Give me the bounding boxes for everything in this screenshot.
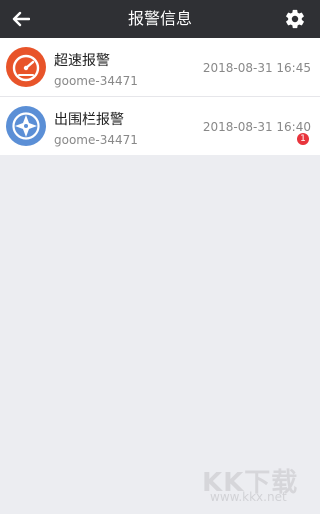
alarm-type: 出围栏报警: [54, 112, 124, 128]
title-bar: 报警信息: [0, 0, 320, 38]
device-name: goome-34471: [54, 133, 138, 147]
alarm-item[interactable]: 超速报警 goome-34471 2018-08-31 16:45: [0, 38, 320, 96]
alarm-type: 超速报警: [54, 53, 110, 69]
alarm-list: 超速报警 goome-34471 2018-08-31 16:45 出围栏报警 …: [0, 38, 320, 155]
speedometer-icon: [6, 47, 46, 87]
alarm-time: 2018-08-31 16:45: [202, 61, 311, 75]
unread-badge: 1: [297, 133, 309, 145]
page-title: 报警信息: [127, 9, 192, 28]
alarm-item[interactable]: 出围栏报警 goome-34471 2018-08-31 16:40 1: [0, 96, 320, 155]
watermark-logo: KK下载 www.kkx.net: [202, 462, 314, 504]
settings-button[interactable]: [284, 8, 306, 30]
alarm-time: 2018-08-31 16:40: [202, 120, 311, 134]
watermark-url: www.kkx.net: [210, 490, 287, 504]
gear-icon: [286, 9, 304, 29]
device-name: goome-34471: [54, 74, 138, 88]
compass-icon: [6, 106, 46, 146]
